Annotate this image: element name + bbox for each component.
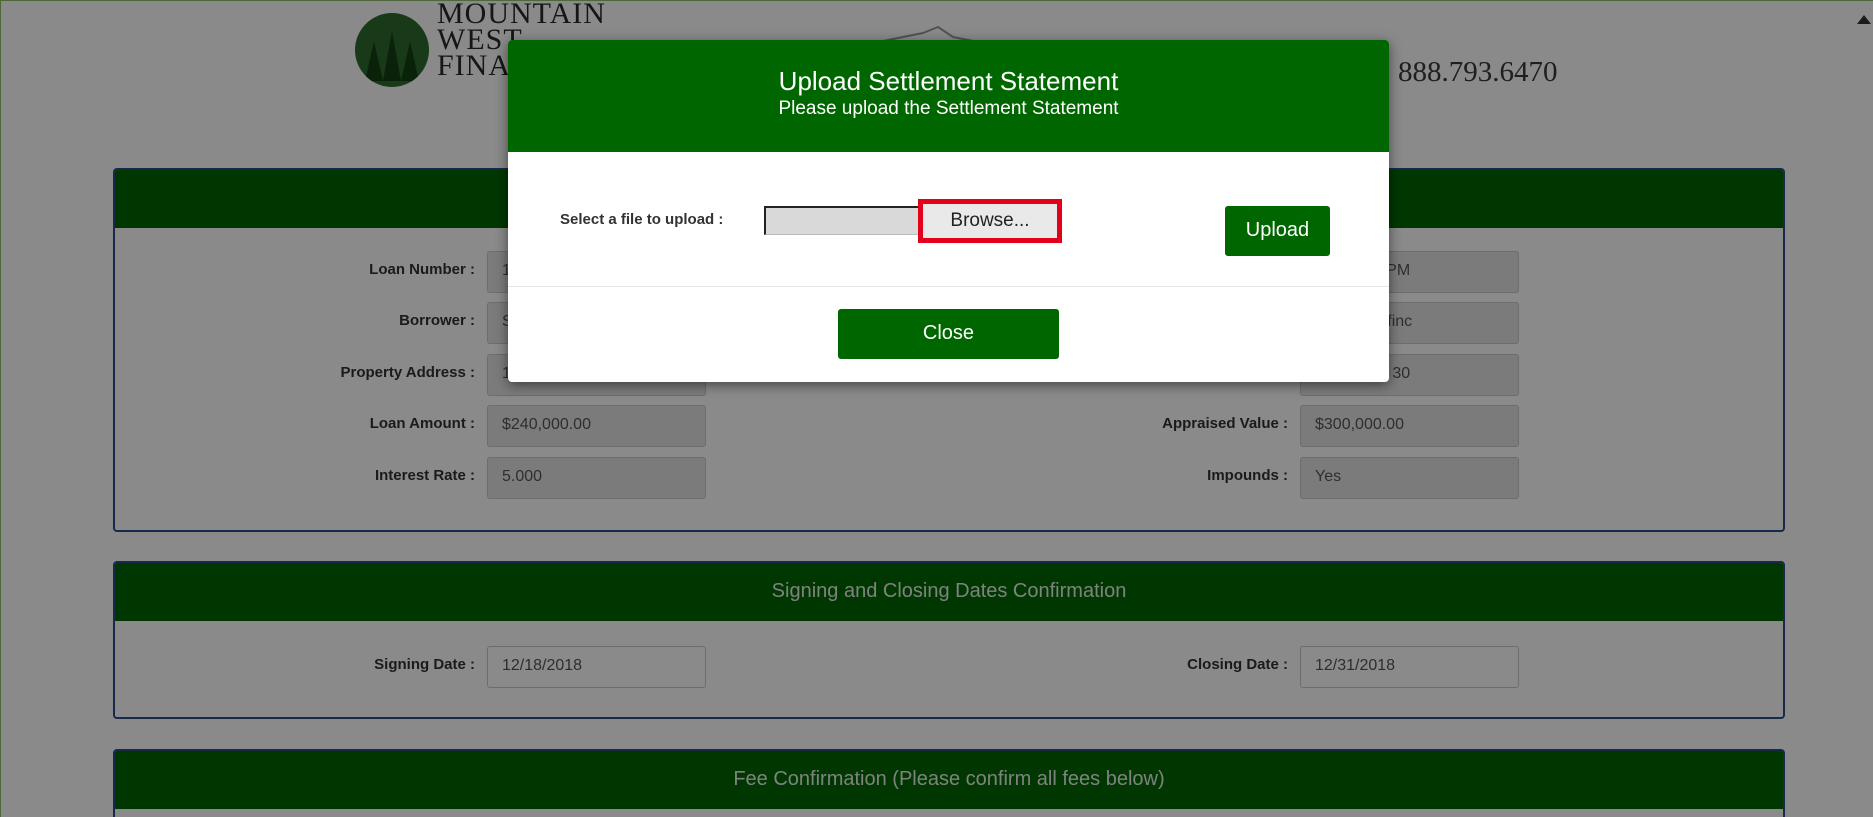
browse-button[interactable]: Browse... — [918, 199, 1062, 243]
close-button[interactable]: Close — [838, 309, 1059, 359]
select-file-label: Select a file to upload : — [560, 211, 724, 228]
modal-header: Upload Settlement Statement Please uploa… — [508, 40, 1389, 152]
file-path-input[interactable] — [764, 206, 924, 235]
modal-subtitle: Please upload the Settlement Statement — [778, 98, 1119, 119]
upload-button[interactable]: Upload — [1225, 206, 1330, 256]
modal-title: Upload Settlement Statement — [778, 66, 1119, 96]
modal-body: Select a file to upload : Browse... Uplo… — [508, 152, 1389, 287]
upload-modal: Upload Settlement Statement Please uploa… — [508, 40, 1389, 382]
